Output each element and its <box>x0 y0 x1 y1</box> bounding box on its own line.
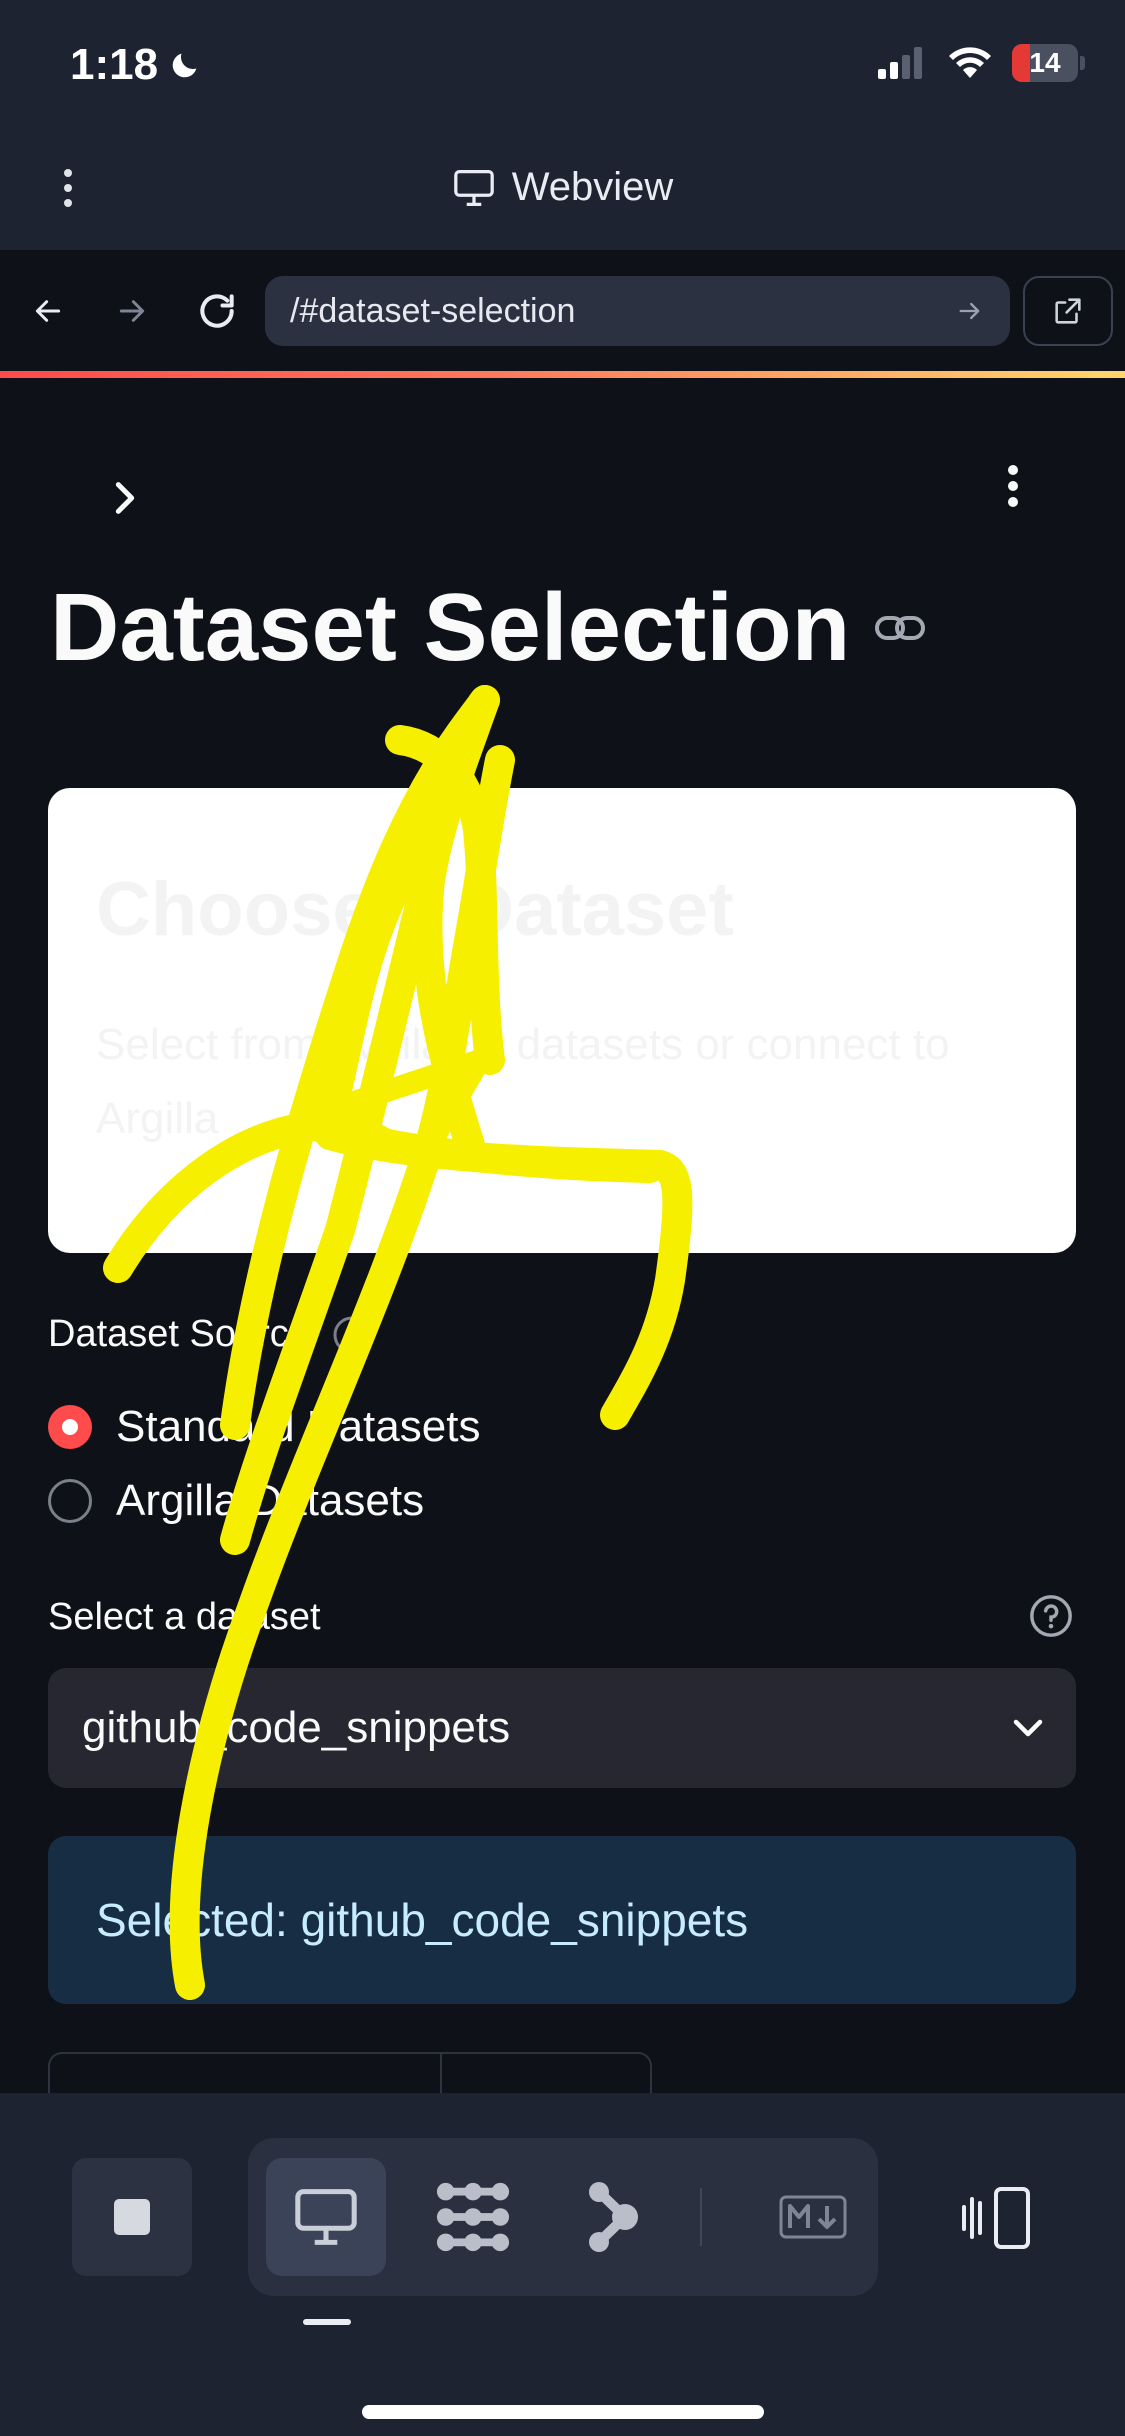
chevron-down-icon[interactable] <box>1010 1716 1046 1740</box>
rotate-device-button[interactable] <box>950 2173 1040 2263</box>
select-dataset-label: Select a dataset <box>48 1596 321 1638</box>
radio-standard-datasets[interactable]: Standard Datasets <box>48 1402 480 1452</box>
data-table-header <box>48 2052 652 2093</box>
help-icon[interactable] <box>332 1315 372 1355</box>
page-title-text: Dataset Selection <box>50 574 851 681</box>
battery-cap <box>1080 56 1085 70</box>
back-arrow-icon <box>35 300 61 322</box>
chevron-right-icon <box>115 482 135 514</box>
time-text: 1:18 <box>70 40 159 89</box>
stop-icon <box>114 2199 150 2235</box>
active-mode-indicator <box>303 2319 351 2325</box>
radio-label[interactable]: Standard Datasets <box>116 1402 480 1452</box>
nodes-mode-button[interactable] <box>418 2158 528 2276</box>
flow-mode-button[interactable] <box>558 2158 668 2276</box>
monitor-icon <box>453 169 494 206</box>
webview-mode-button[interactable] <box>266 2158 386 2276</box>
device-rotate-icon <box>962 2187 1030 2249</box>
status-bar-time: 1:18 <box>70 40 202 90</box>
toolbar-separator <box>700 2188 702 2246</box>
radio-unselected-icon[interactable] <box>48 1479 92 1523</box>
branch-icon <box>589 2182 638 2252</box>
cellular-signal-icon <box>878 47 922 79</box>
status-icons: 14 <box>878 44 1085 82</box>
url-bar[interactable]: /#dataset-selection <box>265 276 1010 346</box>
bottom-toolbar <box>0 2093 1125 2436</box>
url-text[interactable]: /#dataset-selection <box>290 292 940 331</box>
main-menu-button[interactable] <box>995 456 1031 516</box>
reload-icon <box>200 294 234 328</box>
dataset-select[interactable]: github_code_snippets <box>48 1668 1076 1788</box>
radio-label[interactable]: Argilla Datasets <box>116 1476 424 1526</box>
page-load-progress <box>0 371 1125 378</box>
battery-icon: 14 <box>1012 44 1078 82</box>
battery-level-text: 14 <box>1029 47 1061 78</box>
moon-icon <box>172 53 197 78</box>
markdown-mode-button[interactable] <box>758 2158 868 2276</box>
radio-argilla-datasets[interactable]: Argilla Datasets <box>48 1476 424 1526</box>
header-title: Webview <box>0 165 1125 210</box>
view-mode-group <box>248 2138 878 2296</box>
stop-button[interactable] <box>72 2158 192 2276</box>
radio-selected-icon[interactable] <box>48 1405 92 1449</box>
more-vertical-icon <box>1008 465 1018 507</box>
go-arrow-icon <box>959 302 980 320</box>
selection-info-alert: Selected: github_code_snippets <box>48 1836 1076 2004</box>
header-title-text: Webview <box>511 165 674 209</box>
selection-info-text: Selected: github_code_snippets <box>96 1894 749 1946</box>
select-help-button[interactable] <box>1028 1593 1074 1639</box>
monitor-icon <box>295 2189 357 2245</box>
top-chrome <box>0 0 1125 250</box>
webview-page: Dataset Selection Choose a Dataset Selec… <box>0 378 1125 2093</box>
open-external-icon <box>1055 298 1081 324</box>
expand-sidebar-button[interactable] <box>100 468 150 528</box>
card-title: Choose a Dataset <box>96 867 734 952</box>
hero-card: Choose a Dataset Select from available d… <box>48 788 1076 1253</box>
forward-button[interactable] <box>112 286 152 336</box>
dataset-source-label-text: Dataset Source <box>48 1313 310 1355</box>
open-external-button[interactable] <box>1023 276 1113 346</box>
wifi-icon <box>949 47 991 78</box>
go-button[interactable] <box>940 281 1000 341</box>
help-icon <box>1030 1595 1072 1637</box>
page-title: Dataset Selection <box>50 573 926 683</box>
link-icon[interactable] <box>874 612 926 644</box>
card-subtitle: Select from available datasets or connec… <box>96 1020 950 1143</box>
dataset-select-value[interactable]: github_code_snippets <box>82 1703 510 1753</box>
reload-button[interactable] <box>192 284 242 338</box>
markdown-icon <box>779 2195 847 2239</box>
home-indicator[interactable] <box>362 2405 764 2419</box>
forward-arrow-icon <box>119 300 145 322</box>
grid-dots-icon <box>436 2182 510 2252</box>
dataset-source-label: Dataset Source <box>48 1313 372 1356</box>
back-button[interactable] <box>28 286 68 336</box>
